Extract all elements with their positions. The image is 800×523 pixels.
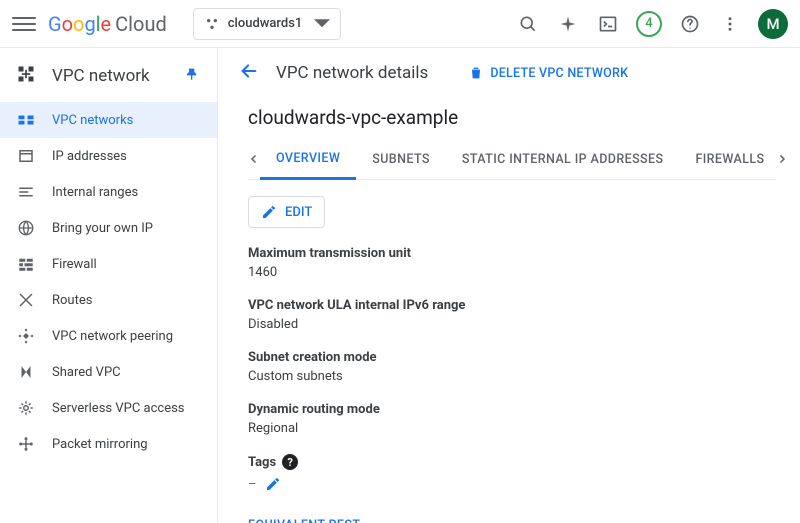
sidebar-item-routes[interactable]: Routes [0, 282, 217, 318]
sidebar: VPC network VPC networks IP addresses In… [0, 48, 218, 523]
internal-ranges-icon [16, 182, 36, 202]
sidebar-item-label: Routes [52, 293, 92, 308]
field-routing-mode: Dynamic routing mode Regional [248, 402, 776, 436]
sidebar-item-label: Packet mirroring [52, 437, 148, 452]
page-title: VPC network details [276, 63, 428, 83]
search-icon[interactable] [516, 12, 540, 36]
tab-overview[interactable]: OVERVIEW [260, 140, 356, 180]
gemini-icon[interactable] [556, 12, 580, 36]
globe-icon [16, 218, 36, 238]
sidebar-item-ip-addresses[interactable]: IP addresses [0, 138, 217, 174]
tab-subnets[interactable]: SUBNETS [356, 139, 446, 179]
help-icon[interactable] [678, 12, 702, 36]
sidebar-item-label: Serverless VPC access [52, 401, 185, 416]
sidebar-item-label: Internal ranges [52, 185, 138, 200]
sidebar-item-serverless[interactable]: Serverless VPC access [0, 390, 217, 426]
sidebar-item-label: IP addresses [52, 149, 127, 164]
trash-icon [468, 65, 484, 81]
tab-static-internal-ip[interactable]: STATIC INTERNAL IP ADDRESSES [446, 139, 680, 179]
edit-button[interactable]: EDIT [248, 196, 325, 228]
more-icon[interactable] [718, 12, 742, 36]
delete-vpc-button[interactable]: DELETE VPC NETWORK [468, 65, 628, 81]
caret-down-icon [314, 16, 330, 32]
project-selector[interactable]: cloudwards1 [193, 8, 342, 40]
firewall-icon [16, 254, 36, 274]
sidebar-title: VPC network [52, 66, 169, 86]
peering-icon [16, 326, 36, 346]
sidebar-item-byo-ip[interactable]: Bring your own IP [0, 210, 217, 246]
field-mtu: Maximum transmission unit 1460 [248, 246, 776, 280]
project-icon [204, 16, 220, 32]
back-button[interactable] [238, 60, 260, 86]
project-name: cloudwards1 [228, 16, 303, 31]
equivalent-rest-button[interactable]: EQUIVALENT REST [248, 518, 776, 523]
notifications-badge[interactable]: 4 [636, 11, 662, 37]
tags-section: Tags ? – [248, 454, 776, 492]
sidebar-item-packet-mirroring[interactable]: Packet mirroring [0, 426, 217, 462]
field-ula: VPC network ULA internal IPv6 range Disa… [248, 298, 776, 332]
tab-firewalls[interactable]: FIREWALLS [679, 139, 780, 179]
pencil-icon [261, 204, 277, 220]
sidebar-item-internal-ranges[interactable]: Internal ranges [0, 174, 217, 210]
resource-name: cloudwards-vpc-example [248, 106, 776, 129]
cloud-shell-icon[interactable] [596, 12, 620, 36]
tags-value: – [248, 477, 257, 492]
sidebar-item-firewall[interactable]: Firewall [0, 246, 217, 282]
avatar[interactable]: M [758, 9, 788, 39]
sidebar-item-peering[interactable]: VPC network peering [0, 318, 217, 354]
google-cloud-logo[interactable]: Google Cloud [48, 12, 167, 36]
routes-icon [16, 290, 36, 310]
sidebar-item-label: Bring your own IP [52, 221, 153, 236]
vpc-networks-icon [16, 110, 36, 130]
top-bar: Google Cloud cloudwards1 4 M [0, 0, 800, 48]
sidebar-item-label: VPC networks [52, 113, 133, 128]
sidebar-item-label: VPC network peering [52, 329, 173, 344]
help-icon[interactable]: ? [282, 454, 298, 470]
packet-mirroring-icon [16, 434, 36, 454]
sidebar-item-label: Shared VPC [52, 365, 121, 380]
tabs-scroll-right[interactable] [768, 139, 796, 179]
page-header: VPC network details DELETE VPC NETWORK [218, 48, 800, 98]
sidebar-item-vpc-networks[interactable]: VPC networks [0, 102, 217, 138]
pin-icon[interactable] [185, 66, 201, 86]
vpc-network-icon [16, 64, 36, 88]
serverless-icon [16, 398, 36, 418]
sidebar-item-label: Firewall [52, 257, 97, 272]
edit-tags-icon[interactable] [265, 476, 281, 492]
ip-addresses-icon [16, 146, 36, 166]
tabs-scroll-left[interactable] [248, 139, 260, 179]
sidebar-item-shared-vpc[interactable]: Shared VPC [0, 354, 217, 390]
shared-vpc-icon [16, 362, 36, 382]
tabs: OVERVIEW SUBNETS STATIC INTERNAL IP ADDR… [248, 139, 776, 180]
field-subnet-mode: Subnet creation mode Custom subnets [248, 350, 776, 384]
menu-icon[interactable] [12, 12, 36, 36]
